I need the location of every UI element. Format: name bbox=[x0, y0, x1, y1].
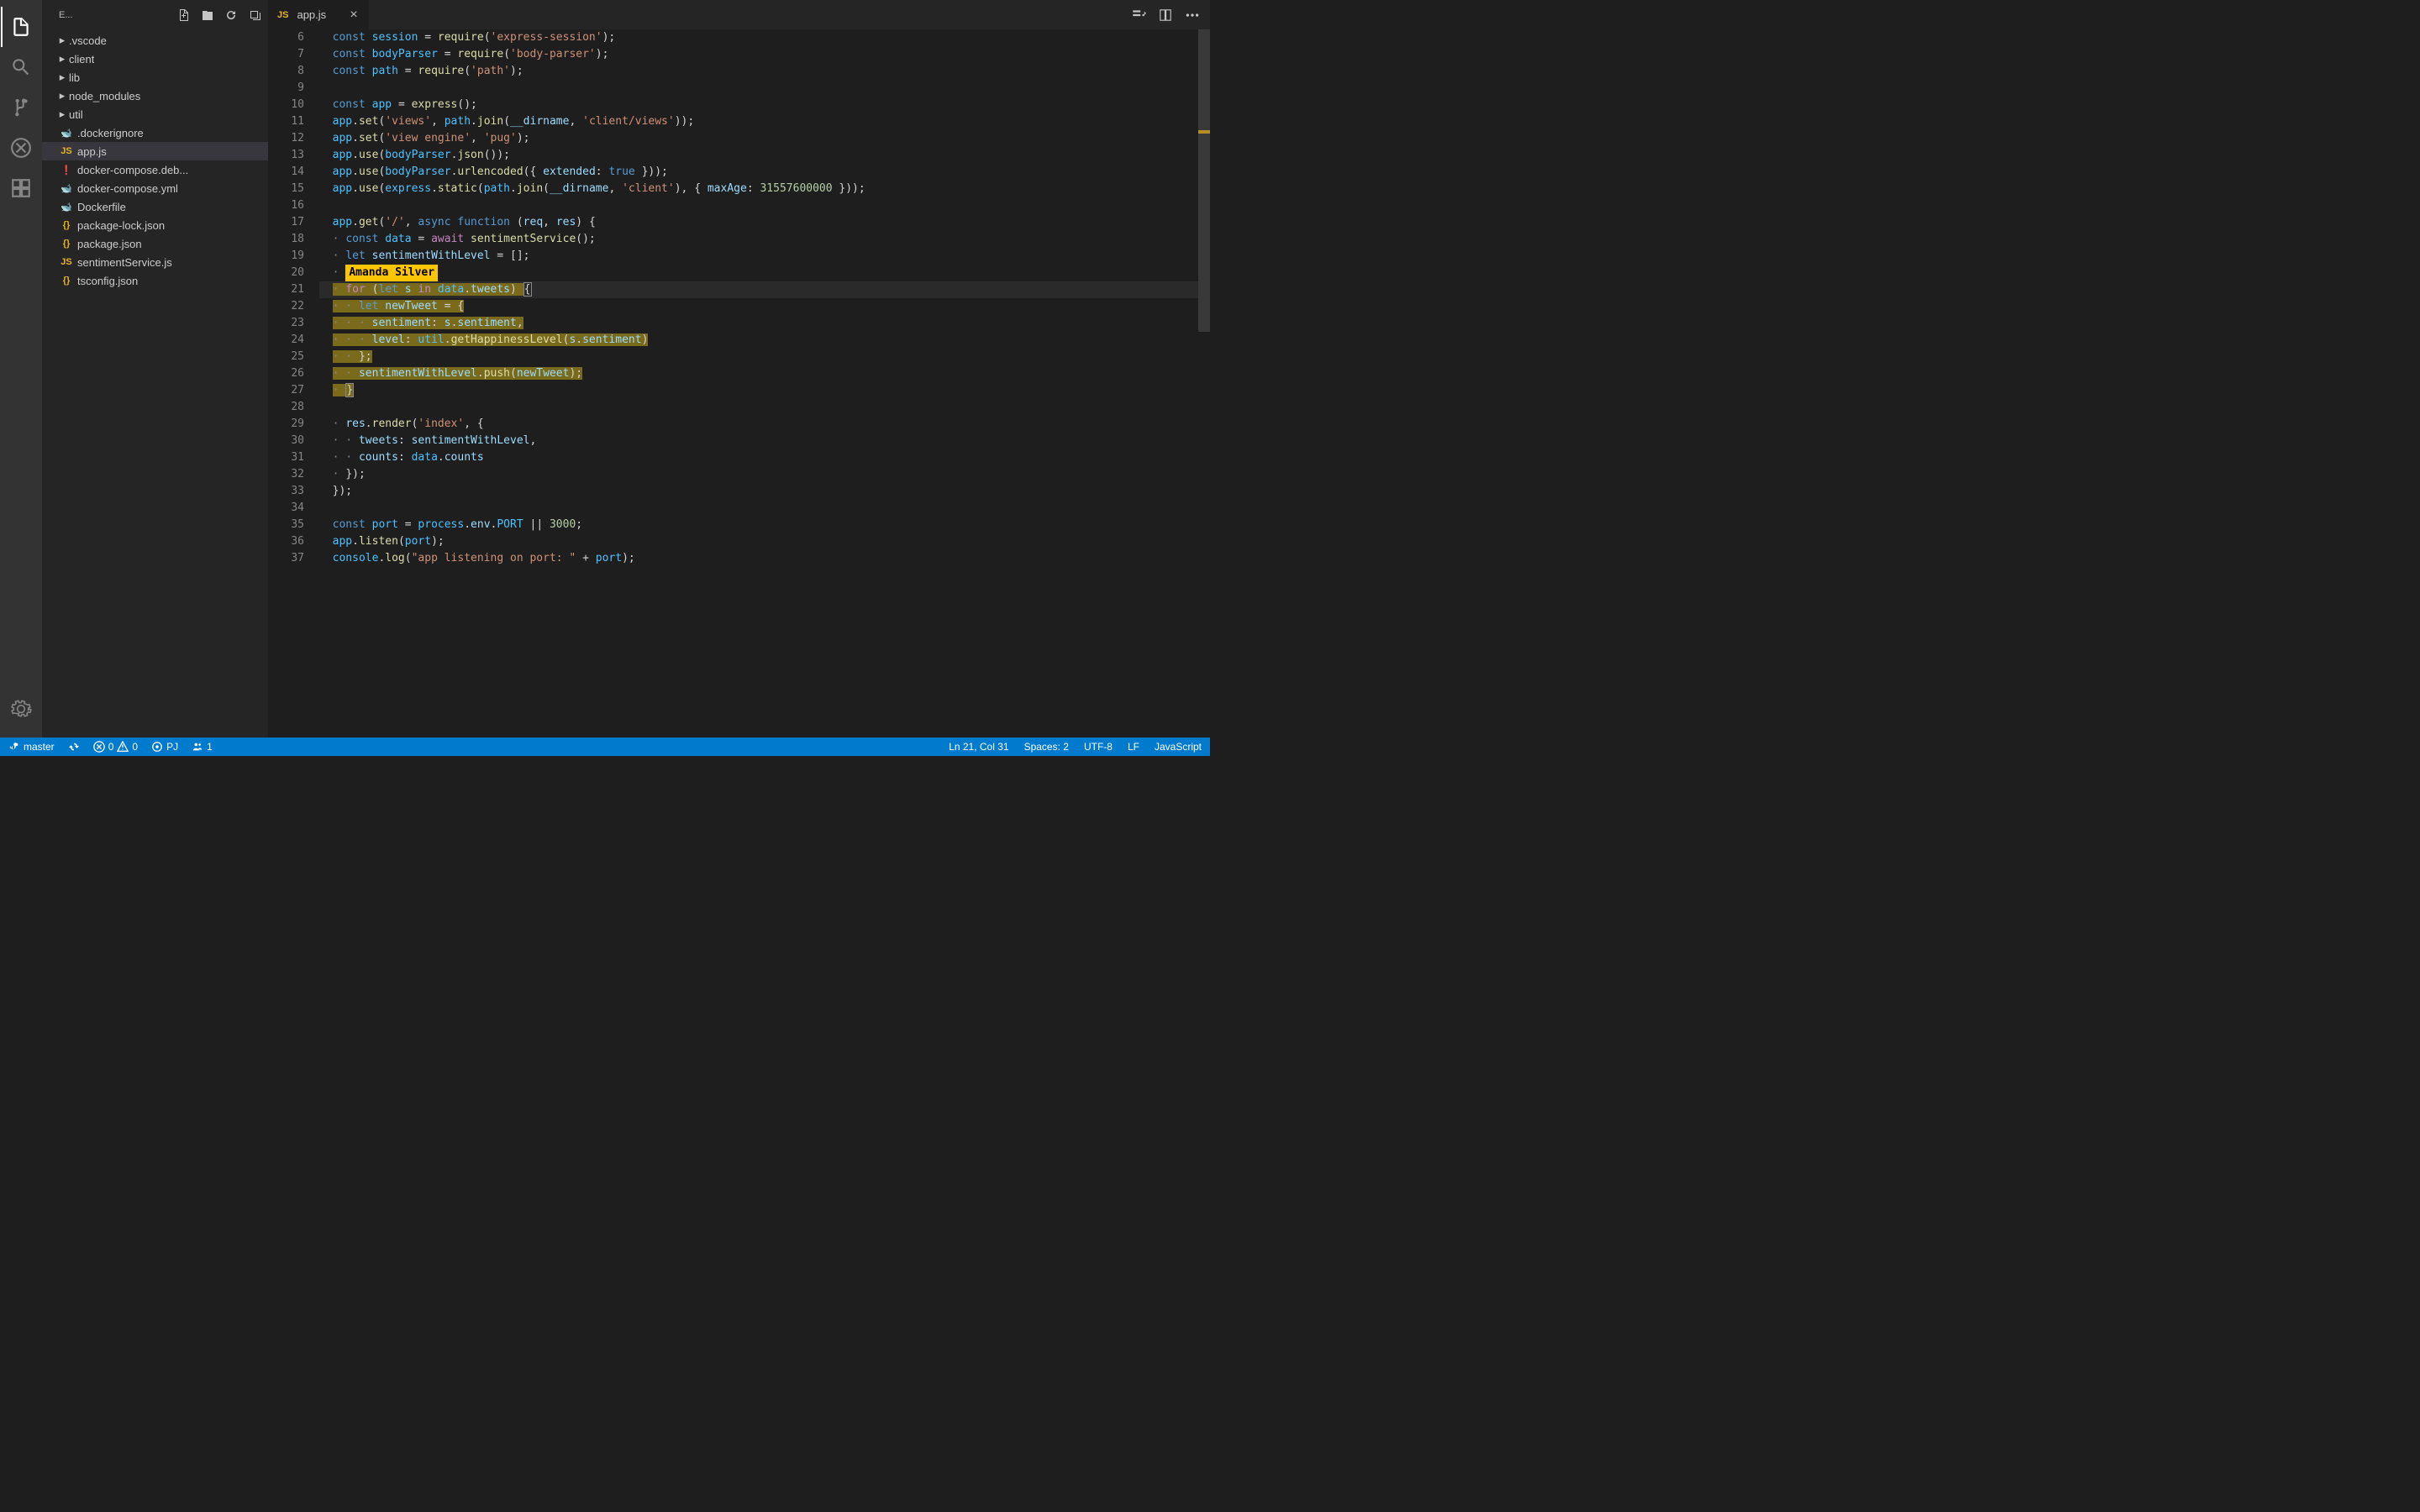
code-editor[interactable]: 6789101112131415161718192021222324252627… bbox=[269, 29, 1210, 738]
debug-icon[interactable] bbox=[1, 128, 41, 168]
code-content[interactable]: const session = require('express-session… bbox=[319, 29, 1210, 738]
indentation[interactable]: Spaces: 2 bbox=[1023, 741, 1071, 753]
line-numbers: 6789101112131415161718192021222324252627… bbox=[269, 29, 319, 738]
tab-app-js[interactable]: JS app.js × bbox=[269, 0, 370, 29]
close-icon[interactable]: × bbox=[347, 8, 360, 22]
file-sentiment-service[interactable]: JSsentimentService.js bbox=[42, 253, 268, 271]
file-dockerignore[interactable]: 🐋.dockerignore bbox=[42, 123, 268, 142]
tab-bar: JS app.js × bbox=[269, 0, 1210, 29]
folder-lib[interactable]: ▸lib bbox=[42, 68, 268, 87]
file-dockerfile[interactable]: 🐋Dockerfile bbox=[42, 197, 268, 216]
folder-vscode[interactable]: ▸.vscode bbox=[42, 31, 268, 50]
folder-client[interactable]: ▸client bbox=[42, 50, 268, 68]
minimap[interactable] bbox=[1198, 29, 1210, 738]
encoding[interactable]: UTF-8 bbox=[1082, 741, 1114, 753]
folder-node-modules[interactable]: ▸node_modules bbox=[42, 87, 268, 105]
file-tree: ▸.vscode ▸client ▸lib ▸node_modules ▸uti… bbox=[42, 29, 268, 291]
sidebar-title: E... bbox=[59, 10, 177, 20]
refresh-icon[interactable] bbox=[224, 8, 238, 22]
problems[interactable]: 0 0 bbox=[92, 738, 139, 756]
sync-icon[interactable] bbox=[66, 738, 82, 756]
find-replace-icon[interactable] bbox=[1131, 8, 1146, 23]
extensions-icon[interactable] bbox=[1, 168, 41, 208]
source-control-icon[interactable] bbox=[1, 87, 41, 128]
file-tsconfig[interactable]: {}tsconfig.json bbox=[42, 271, 268, 290]
eol[interactable]: LF bbox=[1126, 741, 1141, 753]
split-editor-icon[interactable] bbox=[1158, 8, 1173, 23]
new-file-icon[interactable] bbox=[177, 8, 191, 22]
live-share[interactable]: PJ bbox=[150, 738, 180, 756]
sidebar: E... ▸.vscode ▸client ▸lib ▸node_modules… bbox=[42, 0, 269, 738]
search-icon[interactable] bbox=[1, 47, 41, 87]
file-package-lock[interactable]: {}package-lock.json bbox=[42, 216, 268, 234]
folder-util[interactable]: ▸util bbox=[42, 105, 268, 123]
new-folder-icon[interactable] bbox=[201, 8, 214, 22]
tab-label: app.js bbox=[297, 8, 326, 21]
editor-area: JS app.js × 6789101112131415161718192021… bbox=[269, 0, 1210, 738]
js-file-icon: JS bbox=[277, 10, 288, 20]
language-mode[interactable]: JavaScript bbox=[1153, 741, 1203, 753]
collapse-all-icon[interactable] bbox=[248, 8, 261, 22]
settings-gear-icon[interactable] bbox=[1, 689, 41, 729]
cursor-position[interactable]: Ln 21, Col 31 bbox=[947, 741, 1010, 753]
participants[interactable]: 1 bbox=[190, 738, 214, 756]
sidebar-header: E... bbox=[42, 0, 268, 29]
explorer-icon[interactable] bbox=[1, 7, 41, 47]
more-actions-icon[interactable] bbox=[1185, 8, 1200, 23]
file-app-js[interactable]: JSapp.js bbox=[42, 142, 268, 160]
status-bar: master 0 0 PJ 1 Ln 21, Col 31 Spaces: 2 … bbox=[0, 738, 1210, 756]
file-package-json[interactable]: {}package.json bbox=[42, 234, 268, 253]
git-branch[interactable]: master bbox=[7, 738, 56, 756]
file-docker-compose-debug[interactable]: ❗docker-compose.deb... bbox=[42, 160, 268, 179]
file-docker-compose[interactable]: 🐋docker-compose.yml bbox=[42, 179, 268, 197]
activity-bar bbox=[0, 0, 42, 738]
